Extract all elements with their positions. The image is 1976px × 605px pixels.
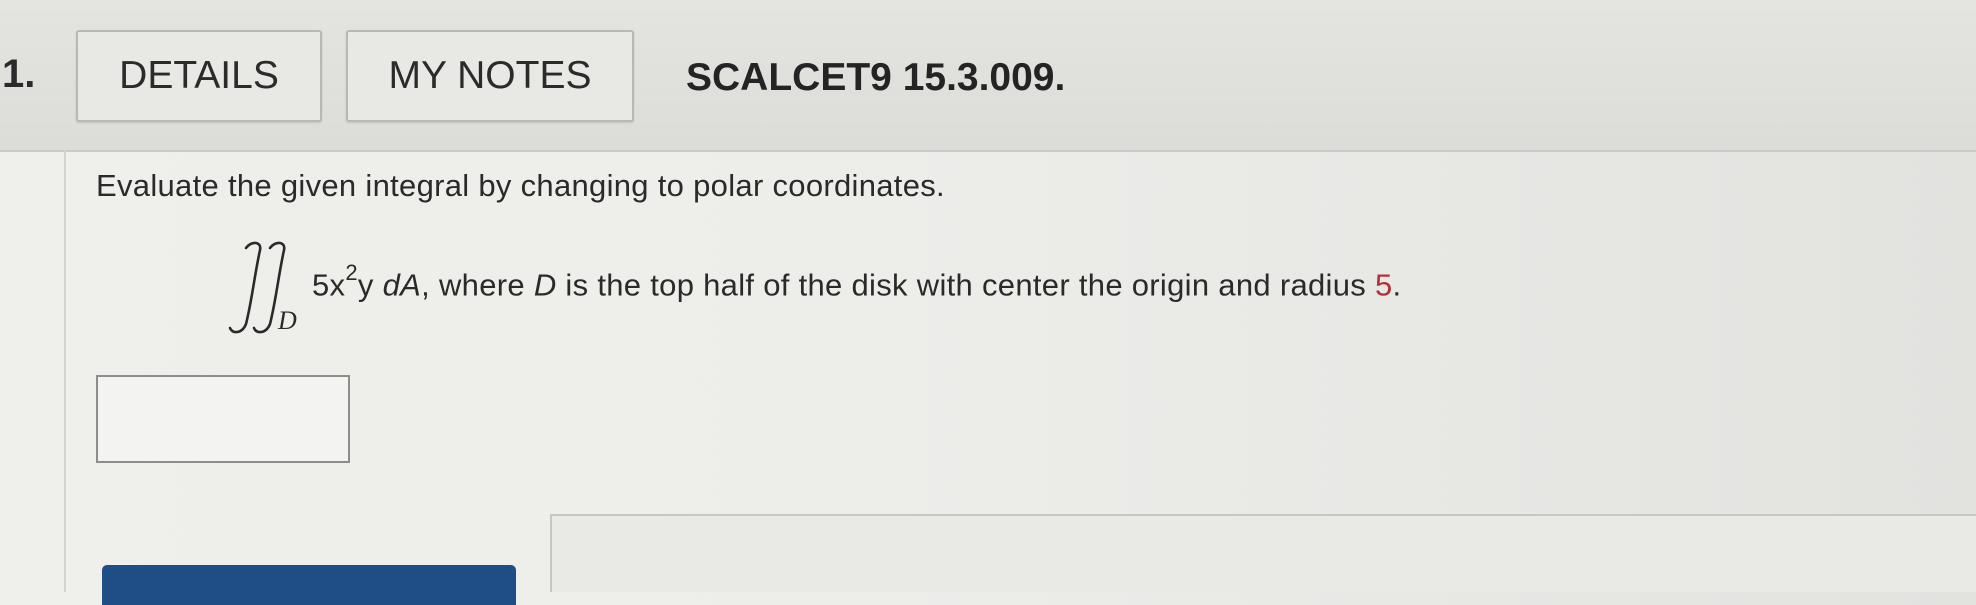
integral-region-subscript: D bbox=[278, 306, 297, 335]
question-header: 1. DETAILS MY NOTES SCALCET9 15.3.009. bbox=[0, 0, 1976, 152]
radius-value: 5 bbox=[1374, 267, 1393, 303]
sentence-period: . bbox=[1392, 267, 1402, 303]
integrand-exponent: 2 bbox=[345, 260, 358, 285]
problem-id: SCALCET9 15.3.009. bbox=[686, 56, 1066, 99]
answer-input[interactable] bbox=[96, 375, 350, 463]
integrand-rest: y bbox=[357, 267, 374, 303]
submit-answer-button[interactable] bbox=[102, 565, 516, 605]
feedback-panel bbox=[550, 514, 1976, 592]
text-before-region: , where bbox=[421, 267, 534, 303]
integrand-coefficient: 5x bbox=[312, 267, 346, 303]
question-instruction: Evaluate the given integral by changing … bbox=[96, 168, 945, 203]
region-variable: D bbox=[533, 267, 557, 303]
integral-statement: 5x2y dA, where D is the top half of the … bbox=[312, 260, 1402, 303]
my-notes-button[interactable]: MY NOTES bbox=[346, 30, 634, 122]
details-button[interactable]: DETAILS bbox=[76, 30, 322, 122]
text-after-region: is the top half of the disk with center … bbox=[556, 267, 1375, 303]
question-number: 1. bbox=[2, 52, 36, 96]
integrand-differential: dA bbox=[382, 267, 422, 303]
integral-expression: D 5x2y dA, where D is the top half of th… bbox=[222, 238, 1622, 338]
